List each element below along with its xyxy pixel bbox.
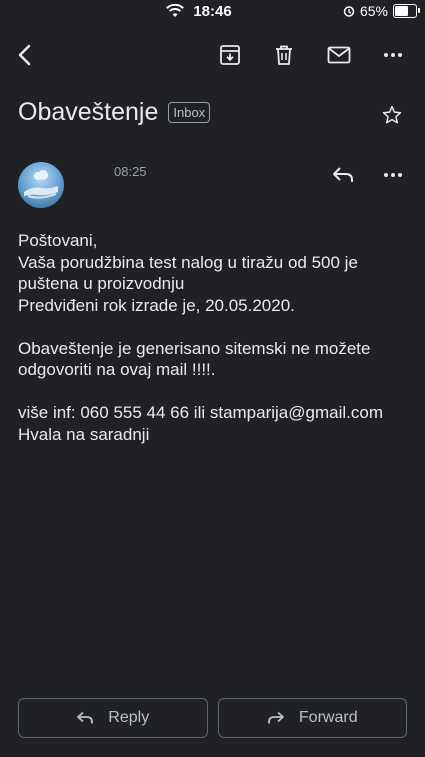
reply-icon[interactable] bbox=[331, 166, 355, 184]
status-right: 65% bbox=[343, 3, 420, 19]
body-line: Obaveštenje je generisano sitemski ne mo… bbox=[18, 338, 371, 380]
body-line: Poštovani, bbox=[18, 231, 98, 250]
more-icon bbox=[384, 53, 402, 57]
reply-icon bbox=[77, 711, 94, 724]
reply-button[interactable]: Reply bbox=[18, 698, 208, 738]
toolbar bbox=[0, 36, 425, 74]
trash-icon bbox=[276, 45, 292, 65]
status-bar: 18:46 65% bbox=[0, 0, 425, 24]
action-bar: Reply Forward bbox=[18, 698, 407, 738]
back-button[interactable] bbox=[6, 36, 44, 74]
message-body: Poštovani, Vaša porudžbina test nalog u … bbox=[18, 230, 413, 445]
body-line: Hvala na saradnji bbox=[18, 424, 150, 444]
forward-button[interactable]: Forward bbox=[217, 698, 407, 738]
sender-row: 08:25 bbox=[18, 162, 407, 212]
delete-button[interactable] bbox=[265, 36, 303, 74]
subject-row: Obaveštenje Inbox bbox=[18, 92, 407, 132]
avatar[interactable] bbox=[18, 162, 64, 208]
inbox-label[interactable]: Inbox bbox=[168, 101, 211, 123]
forward-label: Forward bbox=[298, 709, 358, 726]
star-icon[interactable] bbox=[381, 104, 403, 126]
message-time: 08:25 bbox=[114, 164, 147, 179]
avatar-image bbox=[24, 170, 58, 199]
mark-unread-button[interactable] bbox=[320, 36, 358, 74]
archive-button[interactable] bbox=[211, 36, 249, 74]
more-button[interactable] bbox=[374, 36, 412, 74]
body-line: Predviđeni rok izrade je, 20.05.2020. bbox=[18, 295, 295, 315]
alarm-icon bbox=[343, 6, 355, 17]
message-more-icon[interactable] bbox=[383, 166, 403, 184]
forward-icon bbox=[268, 711, 284, 724]
battery-percent: 65% bbox=[359, 3, 388, 19]
reply-label: Reply bbox=[108, 709, 150, 726]
battery-icon bbox=[393, 4, 420, 18]
archive-icon bbox=[220, 45, 240, 65]
body-line: Vaša porudžbina test nalog u tiražu od 5… bbox=[18, 252, 358, 294]
mail-icon bbox=[327, 46, 351, 64]
body-line: više inf: 060 555 44 66 ili stamparija@g… bbox=[18, 403, 383, 422]
battery-level bbox=[395, 6, 408, 16]
back-arrow-icon bbox=[18, 44, 31, 66]
message-subject: Obaveštenje bbox=[18, 97, 159, 126]
